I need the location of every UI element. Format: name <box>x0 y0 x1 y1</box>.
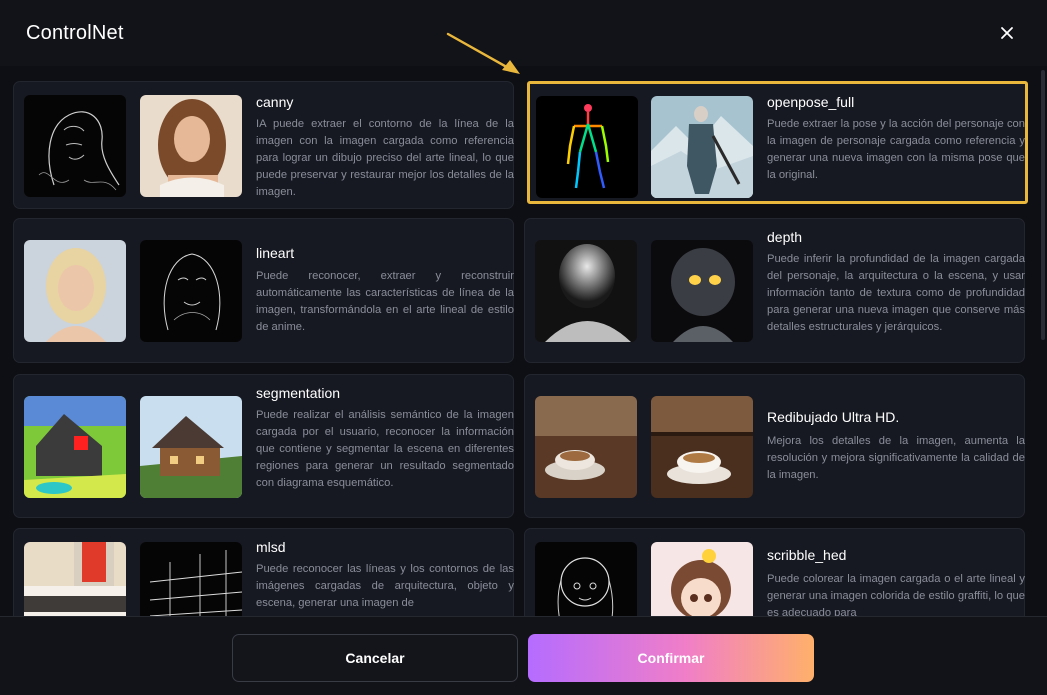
card-title: Redibujado Ultra HD. <box>767 409 900 425</box>
lineart-photo-thumbnail <box>24 240 126 342</box>
option-card-mlsd[interactable]: mlsd Puede reconocer las líneas y los co… <box>13 528 514 616</box>
card-title: depth <box>767 229 803 245</box>
dialog-title: ControlNet <box>26 22 124 44</box>
option-card-depth[interactable]: depth Puede inferir la profundidad de la… <box>524 218 1025 363</box>
segmentation-house-thumbnail <box>140 396 242 498</box>
close-icon[interactable] <box>994 20 1020 46</box>
card-description: Puede reconocer, extraer y reconstruir a… <box>256 270 514 333</box>
confirm-button[interactable]: Confirmar <box>528 634 814 682</box>
scribble-colored-thumbnail <box>651 542 753 616</box>
card-title: scribble_hed <box>767 547 847 563</box>
lineart-sketch-thumbnail <box>140 240 242 342</box>
option-card-scribble-hed[interactable]: scribble_hed Puede colorear la imagen ca… <box>524 528 1025 616</box>
card-description: Puede extraer la pose y la acción del pe… <box>767 118 1025 181</box>
openpose-skeleton-thumbnail <box>536 96 638 198</box>
list-scrollbar[interactable] <box>1041 70 1045 340</box>
card-title: mlsd <box>256 539 286 555</box>
canny-edge-thumbnail <box>24 95 126 197</box>
canny-photo-thumbnail <box>140 95 242 197</box>
depth-map-thumbnail <box>535 240 637 342</box>
segmentation-map-thumbnail <box>24 396 126 498</box>
card-description: Puede realizar el análisis semántico de … <box>256 409 514 489</box>
card-title: openpose_full <box>767 94 855 110</box>
option-card-canny[interactable]: canny IA puede extraer el contorno de la… <box>13 81 514 209</box>
controlnet-option-list[interactable]: canny IA puede extraer el contorno de la… <box>0 66 1047 616</box>
card-description: Puede reconocer las líneas y los contorn… <box>256 563 514 609</box>
option-card-ultra-hd[interactable]: Redibujado Ultra HD. Mejora los detalles… <box>524 374 1025 518</box>
option-card-segmentation[interactable]: segmentation Puede realizar el análisis … <box>13 374 514 518</box>
cancel-button[interactable]: Cancelar <box>232 634 518 682</box>
card-description: Puede colorear la imagen cargada o el ar… <box>767 573 1025 616</box>
option-card-openpose-full[interactable]: openpose_full Puede extraer la pose y la… <box>527 81 1028 204</box>
card-description: Puede inferir la profundidad de la image… <box>767 253 1025 333</box>
card-title: segmentation <box>256 385 341 401</box>
option-card-lineart[interactable]: lineart Puede reconocer, extraer y recon… <box>13 218 514 363</box>
ultra-hd-blurry-thumbnail <box>535 396 637 498</box>
depth-robot-thumbnail <box>651 240 753 342</box>
card-description: IA puede extraer el contorno de la línea… <box>256 118 514 198</box>
mlsd-lines-thumbnail <box>140 542 242 616</box>
scribble-sketch-thumbnail <box>535 542 637 616</box>
card-description: Mejora los detalles de la imagen, aument… <box>767 435 1025 481</box>
openpose-character-thumbnail <box>651 96 753 198</box>
ultra-hd-sharp-thumbnail <box>651 396 753 498</box>
mlsd-building-thumbnail <box>24 542 126 616</box>
card-title: lineart <box>256 245 295 261</box>
controlnet-dialog: ControlNet canny IA puede extraer el con… <box>0 0 1047 695</box>
card-title: canny <box>256 94 294 110</box>
dialog-footer: Cancelar Confirmar <box>0 616 1047 695</box>
